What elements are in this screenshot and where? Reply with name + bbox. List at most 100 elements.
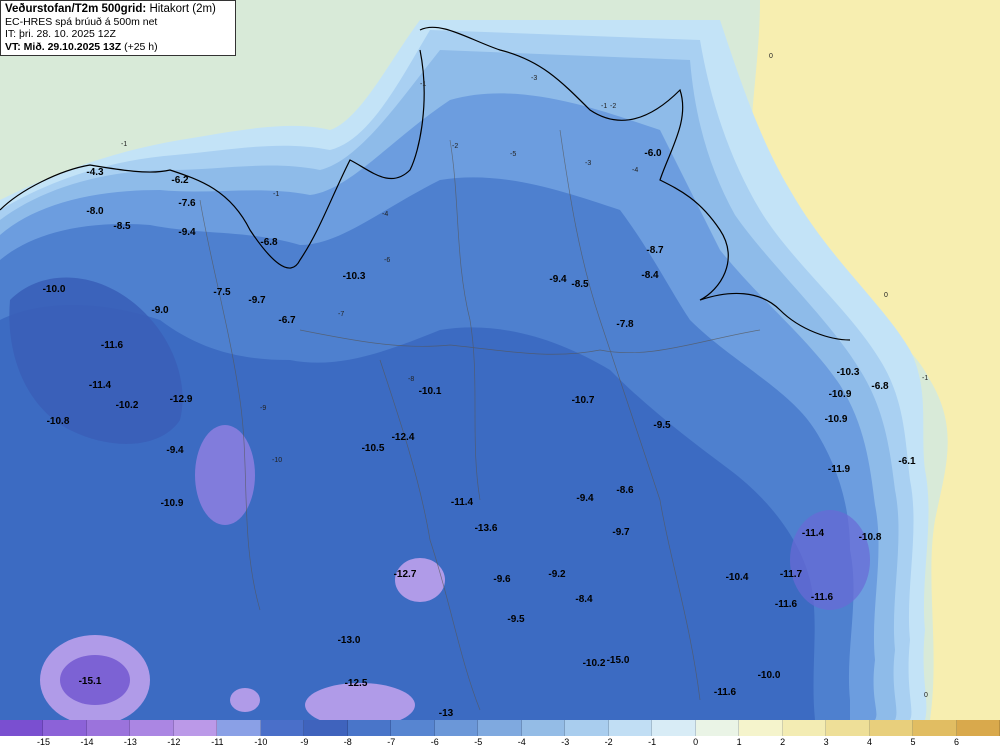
legend-tick-label: -4 (517, 737, 526, 747)
temperature-value-label: -8.4 (641, 270, 659, 281)
legend-swatch (86, 720, 131, 736)
temperature-value-label: -11.4 (451, 497, 474, 508)
legend-tick-label: 5 (910, 737, 916, 747)
legend-swatch (43, 720, 87, 736)
temperature-value-label: -9.0 (151, 305, 169, 316)
contour-line-label: -9 (260, 405, 266, 412)
temperature-value-label: -9.2 (548, 569, 566, 580)
temperature-value-label: -10.5 (362, 443, 385, 454)
legend-tick-label: -15 (36, 737, 50, 747)
legend-tick-label: -8 (343, 737, 352, 747)
legend-swatch (217, 720, 261, 736)
legend-bar (0, 720, 1000, 736)
temperature-value-label: -9.4 (576, 493, 594, 504)
temperature-value-label: -10.7 (572, 395, 595, 406)
temperature-value-label: -7.8 (616, 319, 634, 330)
legend-swatch (304, 720, 348, 736)
legend-swatch (739, 720, 783, 736)
legend-tick-label: 2 (780, 737, 786, 747)
legend-tick-label: -7 (387, 737, 396, 747)
temperature-value-label: -10.9 (829, 389, 852, 400)
temperature-value-label: -12.4 (392, 432, 415, 443)
legend-swatch (695, 720, 740, 736)
temperature-value-label: -11.6 (101, 340, 124, 351)
legend-tick-label: -14 (80, 737, 94, 747)
contour-line-label: -10 (272, 457, 282, 464)
temperature-value-label: -10.9 (161, 498, 184, 509)
legend-ticks: -15 -14 -13 -12 -11 -10 -9 -8 -7 -6 -5 -4 -3 -2 -1 0 1 2 3… (0, 737, 1000, 748)
legend-tick-label: -6 (430, 737, 439, 747)
temperature-value-label: -8.4 (575, 594, 593, 605)
contour-line-label: -4 (382, 211, 388, 218)
temperature-value-label: -9.4 (166, 445, 184, 456)
legend-swatch (521, 720, 566, 736)
legend-tick-label: -9 (300, 737, 309, 747)
legend-tick-label: -12 (167, 737, 181, 747)
legend-tick-label: 3 (823, 737, 829, 747)
temperature-value-label: -12.7 (394, 569, 417, 580)
temperature-map: -4.3 -8.0 -8.5 -10.0 -11.6 -9.0 -11.4 -10.2 -12.… (0, 0, 1000, 720)
contour-line-label: -1 (420, 81, 426, 88)
legend-swatch (956, 720, 1000, 736)
legend-tick-label: -1 (648, 737, 657, 747)
contour-line-label: -1 (121, 141, 127, 148)
contour-line-label: -4 (632, 167, 638, 174)
legend-tick-label: 1 (736, 737, 742, 747)
temperature-value-label: -11.7 (780, 569, 803, 580)
temperature-value-label: -12.9 (170, 394, 193, 405)
contour-line-label: -3 (585, 160, 591, 167)
legend-swatch (565, 720, 609, 736)
temperature-value-label: -13.6 (475, 523, 498, 534)
temperature-value-label: -6.8 (260, 237, 278, 248)
legend-tick-label: 4 (867, 737, 873, 747)
temperature-value-label: -8.6 (616, 485, 634, 496)
contour-line-label: -6 (384, 257, 390, 264)
contour-line-label: -2 (452, 143, 458, 150)
legend-tick-label: -5 (474, 737, 483, 747)
temperature-value-label: -10.4 (726, 572, 749, 583)
legend-swatch (652, 720, 696, 736)
legend-tick-label: -11 (211, 737, 224, 747)
temperature-value-label: -10.8 (47, 416, 70, 427)
color-legend: -15 -14 -13 -12 -11 -10 -9 -8 -7 -6 -5 -4 -3 -2 -1 0 1 2 3… (0, 720, 1000, 748)
model-description: EC-HRES spá brúuð á 500m net (5, 15, 158, 28)
legend-swatch (0, 720, 44, 736)
contour-line-label: 0 (924, 692, 928, 699)
temperature-value-label: -12.5 (345, 678, 368, 689)
temperature-value-label: -9.6 (493, 574, 511, 585)
legend-swatch (391, 720, 435, 736)
legend-swatch (173, 720, 218, 736)
contour-line-label: -2 (610, 103, 616, 110)
legend-swatch (913, 720, 957, 736)
temperature-value-label: -11.4 (802, 528, 825, 539)
contour-line-label: -3 (531, 75, 537, 82)
temperature-value-label: -15.1 (79, 676, 102, 687)
temperature-value-label: -9.4 (178, 227, 196, 238)
contour-line-label: 0 (884, 292, 888, 299)
legend-tick-label: -2 (604, 737, 613, 747)
temperature-value-label: -8.7 (646, 245, 664, 256)
temperature-value-label: -13.0 (338, 635, 361, 646)
temperature-value-label: -8.5 (571, 279, 589, 290)
contour-line-label: -8 (408, 376, 414, 383)
legend-swatch (869, 720, 914, 736)
cold-core-glacier (195, 425, 255, 525)
temperature-value-label: -11.6 (775, 599, 798, 610)
legend-tick-label: -10 (254, 737, 268, 747)
temperature-value-label: -9.5 (507, 614, 525, 625)
legend-tick-label: -13 (123, 737, 137, 747)
legend-swatch (260, 720, 305, 736)
temperature-value-label: -7.5 (213, 287, 231, 298)
temperature-value-label: -6.8 (871, 381, 889, 392)
temperature-value-label: -11.9 (828, 464, 851, 475)
contour-line-label: 0 (769, 53, 773, 60)
temperature-value-label: -6.0 (644, 148, 662, 159)
map-title: Veðurstofan/T2m 500grid: Hitakort (2m) (5, 3, 216, 15)
legend-swatch (782, 720, 827, 736)
temperature-value-label: -4.3 (86, 167, 104, 178)
temperature-value-label: -15.0 (607, 655, 630, 666)
legend-tick-label: 6 (954, 737, 960, 747)
legend-swatch (608, 720, 653, 736)
temperature-value-label: -9.7 (612, 527, 630, 538)
temperature-value-label: -10.0 (43, 284, 66, 295)
